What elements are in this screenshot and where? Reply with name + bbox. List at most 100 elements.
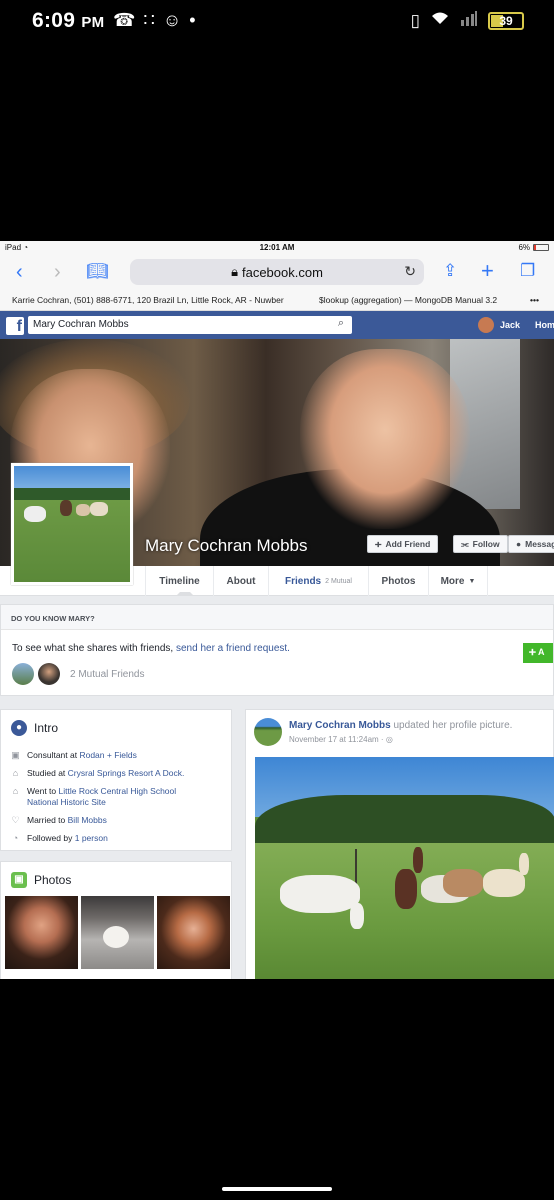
facebook-header: f Mary Cochran Mobbs ⌕ Jack Home bbox=[0, 311, 554, 339]
do-you-know-card: DO YOU KNOW MARY? To see what she shares… bbox=[0, 604, 554, 696]
friend-request-prompt: To see what she shares with friends, sen… bbox=[12, 643, 290, 654]
photos-title[interactable]: ▣ Photos bbox=[11, 872, 71, 888]
forward-icon[interactable]: › bbox=[54, 261, 61, 284]
ipad-screenshot: iPad ◔ 12:01 AM 6% ‹ › 📖︎ 🔒︎ facebook.co… bbox=[0, 241, 554, 979]
back-icon[interactable]: ‹ bbox=[16, 261, 23, 284]
bookmark-mongodb[interactable]: $lookup (aggregation) — MongoDB Manual 3… bbox=[319, 295, 497, 305]
ipad-time: 12:01 AM bbox=[259, 243, 295, 252]
photos-icon: ▣ bbox=[11, 872, 27, 888]
intro-title: ● Intro bbox=[11, 720, 58, 736]
search-icon[interactable]: ⌕ bbox=[338, 317, 344, 330]
signal-icon bbox=[460, 10, 478, 31]
follow-icon: ⫘ bbox=[461, 538, 469, 549]
dot-icon: • bbox=[189, 10, 196, 30]
photo-thumbnail[interactable] bbox=[5, 896, 78, 969]
post-date: November 17 at 11:24am bbox=[289, 735, 379, 744]
system-icons: ▯ 39 bbox=[411, 10, 524, 31]
post-image[interactable] bbox=[255, 757, 554, 979]
user-profile-link[interactable]: Jack bbox=[478, 317, 520, 333]
tab-friends-label: Friends bbox=[285, 575, 322, 587]
graduation-cap-icon: ⌂ bbox=[12, 786, 19, 796]
prompt-text: To see what she shares with friends, bbox=[12, 643, 174, 654]
missed-call-icon: ☎ bbox=[113, 10, 136, 30]
bookmark-nuwber[interactable]: Karrie Cochran, (501) 888-6771, 120 Braz… bbox=[12, 295, 284, 305]
user-name: Jack bbox=[500, 320, 521, 330]
reload-icon[interactable]: ↻ bbox=[404, 263, 416, 280]
ipad-battery: 6% bbox=[518, 243, 549, 252]
separator-dot: · bbox=[380, 735, 384, 744]
post-header: Mary Cochran Mobbs updated her profile p… bbox=[289, 720, 512, 731]
search-value: Mary Cochran Mobbs bbox=[33, 319, 129, 330]
tabs-icon[interactable]: ❐ bbox=[520, 261, 535, 281]
post-author-avatar[interactable] bbox=[254, 718, 282, 746]
tab-friends[interactable]: Friends 2 Mutual bbox=[268, 566, 368, 596]
add-friend-button[interactable]: ➕︎ Add Friend bbox=[367, 535, 439, 553]
phone-screen: 6:09 PM ☎ ∷ ☺ • ▯ 39 iPad ◔ 12:01 AM 6% … bbox=[0, 0, 554, 1200]
status-ampm: PM bbox=[81, 14, 105, 31]
spouse-link[interactable]: Bill Mobbs bbox=[68, 815, 107, 825]
send-friend-request-link[interactable]: send her a friend request. bbox=[176, 643, 290, 654]
mutual-friends[interactable]: 2 Mutual Friends bbox=[12, 663, 144, 685]
search-input[interactable]: Mary Cochran Mobbs ⌕ bbox=[28, 316, 352, 334]
work-link[interactable]: Rodan + Fields bbox=[79, 750, 136, 760]
url-text: facebook.com bbox=[241, 264, 323, 280]
battery-icon: 39 bbox=[488, 11, 524, 30]
college-link[interactable]: Crysral Springs Resort A Dock. bbox=[68, 768, 185, 778]
bookmarks-icon[interactable]: 📖︎ bbox=[86, 261, 109, 282]
photos-title-text: Photos bbox=[34, 873, 72, 887]
follow-button[interactable]: ⫘ Follow bbox=[453, 535, 508, 553]
tab-about[interactable]: About bbox=[213, 566, 268, 596]
mutual-friends-count[interactable]: 2 Mutual Friends bbox=[70, 669, 144, 680]
home-link[interactable]: Home bbox=[535, 320, 554, 330]
mutual-friend-avatar[interactable] bbox=[12, 663, 34, 685]
share-icon[interactable]: ⇪ bbox=[443, 261, 457, 281]
public-globe-icon: ◎ bbox=[385, 735, 393, 744]
add-friend-green-label: A bbox=[537, 647, 545, 657]
android-status-bar: 6:09 PM ☎ ∷ ☺ • ▯ 39 bbox=[0, 0, 554, 44]
lock-icon: 🔒︎ bbox=[231, 264, 238, 279]
followers-link[interactable]: 1 person bbox=[75, 833, 108, 843]
briefcase-icon: ▣ bbox=[11, 750, 20, 760]
rss-icon: ◔ bbox=[12, 833, 19, 843]
highschool-link-line2[interactable]: National Historic Site bbox=[27, 797, 106, 807]
safari-toolbar: ‹ › 📖︎ 🔒︎ facebook.com ↻ ⇪ + ❐ bbox=[0, 255, 554, 289]
tab-photos[interactable]: Photos bbox=[368, 566, 428, 596]
battery-level: 39 bbox=[499, 13, 513, 28]
post-timestamp[interactable]: November 17 at 11:24am · ◎ bbox=[289, 735, 393, 744]
post-author-link[interactable]: Mary Cochran Mobbs bbox=[289, 720, 391, 731]
status-time: 6:09 PM bbox=[32, 9, 104, 33]
add-friend-icon: ➕︎ bbox=[375, 538, 382, 549]
intro-work: ▣ Consultant at Rodan + Fields bbox=[11, 750, 137, 760]
heart-icon: ♡ bbox=[11, 815, 20, 825]
tab-more[interactable]: More ▼ bbox=[428, 566, 488, 596]
address-bar[interactable]: 🔒︎ facebook.com ↻ bbox=[130, 259, 424, 285]
bookmarks-bar: Karrie Cochran, (501) 888-6771, 120 Braz… bbox=[0, 289, 554, 311]
highschool-link[interactable]: Little Rock Central High School bbox=[59, 786, 177, 796]
profile-picture[interactable] bbox=[11, 463, 133, 585]
add-friend-icon: ➕︎ bbox=[529, 647, 536, 657]
tab-timeline[interactable]: Timeline bbox=[145, 566, 213, 597]
globe-icon: ● bbox=[11, 720, 27, 736]
avatar bbox=[478, 317, 494, 333]
profile-content: DO YOU KNOW MARY? To see what she shares… bbox=[0, 596, 554, 979]
ipad-status-bar: iPad ◔ 12:01 AM 6% bbox=[0, 241, 554, 255]
vibrate-icon: ▯ bbox=[410, 10, 420, 30]
photos-card: ▣ Photos bbox=[0, 861, 232, 979]
message-button[interactable]: ●Message bbox=[508, 535, 554, 553]
post-card: Mary Cochran Mobbs updated her profile p… bbox=[245, 709, 554, 979]
notification-icons: ☎ ∷ ☺ • bbox=[113, 10, 196, 31]
mutual-friend-avatar[interactable] bbox=[38, 663, 60, 685]
home-gesture-bar[interactable] bbox=[222, 1187, 332, 1191]
intro-relationship: ♡ Married to Bill Mobbs bbox=[11, 815, 107, 825]
intro-highschool: ⌂ Went to Little Rock Central High Schoo… bbox=[10, 786, 225, 808]
facebook-logo-icon[interactable]: f bbox=[6, 317, 24, 335]
more-bookmarks-icon[interactable]: ••• bbox=[530, 295, 539, 305]
profile-name: Mary Cochran Mobbs bbox=[145, 536, 308, 555]
photo-thumbnail[interactable] bbox=[157, 896, 230, 969]
caret-down-icon: ▼ bbox=[468, 577, 476, 585]
intro-list: ▣ Consultant at Rodan + Fields ⌂ Studied… bbox=[10, 750, 225, 851]
tab-friends-count: 2 Mutual bbox=[325, 577, 352, 585]
photo-thumbnail[interactable] bbox=[81, 896, 154, 969]
new-tab-icon[interactable]: + bbox=[481, 258, 494, 284]
add-friend-green-button[interactable]: ➕︎ A bbox=[523, 643, 553, 663]
